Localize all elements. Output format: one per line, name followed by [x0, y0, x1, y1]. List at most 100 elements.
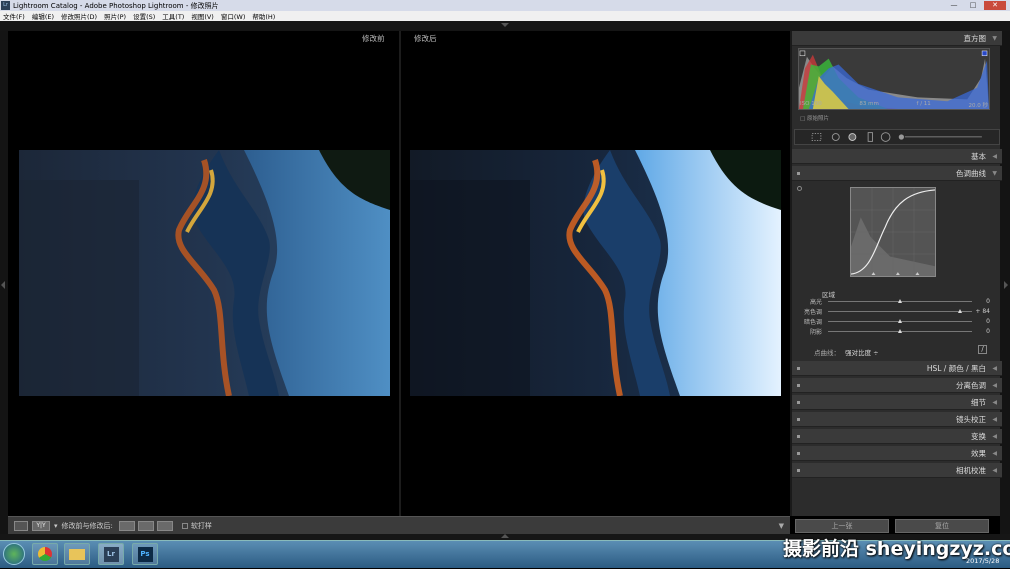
window-title: Lightroom Catalog - Adobe Photoshop Ligh… — [13, 1, 219, 10]
darks-value[interactable]: 0 — [972, 318, 990, 325]
collapse-icon: ▼ — [992, 170, 997, 177]
shadows-value[interactable]: 0 — [972, 328, 990, 335]
lights-slider-row[interactable]: 亮色调 + 84 — [800, 307, 990, 316]
iso-value: ISO 100 — [800, 101, 822, 107]
collapse-arrow-icon — [501, 23, 509, 27]
taskbar-date: 2017/5/28 — [966, 557, 1000, 565]
original-photo-label[interactable]: □ 原始照片 — [800, 114, 829, 122]
menu-photo[interactable]: 照片(P) — [104, 11, 126, 21]
lens-title: 镜头校正 — [956, 415, 986, 424]
menu-tools[interactable]: 工具(T) — [162, 11, 184, 21]
swap-before-after-button[interactable] — [156, 520, 173, 531]
expand-icon: ◀ — [992, 153, 997, 160]
view-mode-dropdown-icon[interactable]: ▾ — [54, 522, 58, 530]
ps-icon-label: Ps — [137, 547, 153, 562]
panel-toggle-icon[interactable] — [797, 452, 800, 455]
color-tab[interactable]: 颜色 — [949, 364, 964, 373]
minimize-button[interactable]: — — [946, 1, 962, 10]
before-label: 修改前 — [362, 34, 385, 43]
lightroom-taskbar-icon[interactable]: Lr — [98, 543, 124, 565]
tone-curve-header[interactable]: 色调曲线 ▼ — [792, 166, 1002, 181]
bw-tab[interactable]: 黑白 — [971, 364, 986, 373]
highlights-slider-row[interactable]: 高光 0 — [800, 297, 990, 306]
explorer-taskbar-icon[interactable] — [64, 543, 90, 565]
panel-toggle-icon[interactable] — [797, 367, 800, 370]
detail-header[interactable]: 细节 ◀ — [792, 395, 1002, 410]
after-label: 修改后 — [414, 34, 437, 43]
lights-value[interactable]: + 84 — [972, 308, 990, 315]
original-photo-text: 原始照片 — [806, 116, 829, 122]
slider-knob[interactable] — [897, 299, 902, 303]
histogram-header[interactable]: 直方图 ▼ — [792, 31, 1002, 46]
expand-icon: ◀ — [992, 365, 997, 372]
compare-label: 修改前与修改后: — [61, 521, 113, 530]
soft-proof-label: 软打样 — [190, 521, 212, 530]
edit-point-curve-icon[interactable]: / — [978, 345, 987, 354]
shadows-slider[interactable] — [828, 329, 972, 333]
lens-correction-header[interactable]: 镜头校正 ◀ — [792, 412, 1002, 427]
highlights-slider[interactable] — [828, 299, 972, 303]
point-curve-dropdown[interactable]: 强对比度 ÷ — [845, 349, 879, 357]
before-after-view-button[interactable]: Y|Y — [32, 520, 50, 531]
red-eye-icon — [848, 133, 857, 141]
panel-toggle-icon[interactable] — [797, 469, 800, 472]
menu-edit[interactable]: 编辑(E) — [32, 11, 54, 21]
calibration-header[interactable]: 相机校准 ◀ — [792, 463, 1002, 478]
panel-toggle-icon[interactable] — [797, 384, 800, 387]
copy-after-to-before-button[interactable] — [137, 520, 154, 531]
after-photo[interactable] — [410, 150, 781, 396]
slider-knob[interactable] — [897, 319, 902, 323]
windows-start-button[interactable] — [3, 543, 25, 565]
split-toning-title: 分离色调 — [956, 381, 986, 390]
loupe-view-button[interactable] — [14, 520, 28, 531]
watermark: 摄影前沿 sheyingzyz.com — [783, 538, 1010, 560]
shadows-label: 阴影 — [809, 329, 822, 336]
maximize-button[interactable]: □ — [965, 1, 981, 10]
before-photo[interactable] — [19, 150, 390, 396]
transform-header[interactable]: 变换 ◀ — [792, 429, 1002, 444]
targeted-adjustment-icon[interactable] — [797, 186, 802, 191]
menu-help[interactable]: 帮助(H) — [252, 11, 275, 21]
photoshop-taskbar-icon[interactable]: Ps — [132, 543, 158, 565]
panel-toggle-icon[interactable] — [797, 435, 800, 438]
hsl-tab[interactable]: HSL — [927, 364, 942, 373]
hsl-header[interactable]: HSL / 颜色 / 黑白 ◀ — [792, 361, 1002, 376]
expand-icon: ◀ — [992, 450, 997, 457]
aperture-value: f / 11 — [916, 101, 931, 107]
menu-settings[interactable]: 设置(S) — [133, 11, 155, 21]
graduated-filter-icon — [867, 132, 873, 142]
left-panel-toggle[interactable] — [0, 31, 8, 539]
panel-toggle-icon[interactable] — [797, 418, 800, 421]
slider-knob[interactable] — [897, 329, 902, 333]
darks-slider[interactable] — [828, 319, 972, 323]
highlights-value[interactable]: 0 — [972, 298, 990, 305]
calibration-title: 相机校准 — [956, 466, 986, 475]
menu-view[interactable]: 视图(V) — [191, 11, 214, 21]
slider-knob[interactable] — [957, 309, 962, 313]
copy-before-to-after-button[interactable] — [118, 520, 135, 531]
darks-slider-row[interactable]: 暗色调 0 — [800, 317, 990, 326]
expand-icon: ◀ — [992, 399, 997, 406]
reset-button[interactable]: 复位 — [895, 519, 989, 533]
top-panel-toggle[interactable] — [0, 21, 1010, 31]
menu-window[interactable]: 窗口(W) — [221, 11, 246, 21]
chrome-taskbar-icon[interactable] — [32, 543, 58, 565]
lights-slider[interactable] — [828, 309, 972, 313]
menu-file[interactable]: 文件(F) — [3, 11, 25, 21]
viewer-toolbar: Y|Y ▾ 修改前与修改后: 软打样 ▼ — [8, 516, 790, 534]
panel-toggle-icon[interactable] — [797, 401, 800, 404]
panel-toggle-icon[interactable] — [797, 172, 800, 175]
previous-button[interactable]: 上一张 — [795, 519, 889, 533]
basic-header[interactable]: 基本 ◀ — [792, 149, 1002, 164]
highlight-clipping-icon — [981, 50, 988, 57]
effects-header[interactable]: 效果 ◀ — [792, 446, 1002, 461]
toolbar-menu-icon[interactable]: ▼ — [779, 522, 784, 530]
tone-curve-title: 色调曲线 — [956, 169, 986, 178]
title-bar: Lr Lightroom Catalog - Adobe Photoshop L… — [0, 0, 1010, 11]
menu-develop[interactable]: 修改照片(D) — [61, 11, 97, 21]
split-toning-header[interactable]: 分离色调 ◀ — [792, 378, 1002, 393]
soft-proof-checkbox[interactable] — [181, 522, 188, 529]
shadows-slider-row[interactable]: 阴影 0 — [800, 327, 990, 336]
close-button[interactable]: ✕ — [984, 1, 1006, 10]
tone-curve-graph[interactable] — [850, 187, 936, 277]
